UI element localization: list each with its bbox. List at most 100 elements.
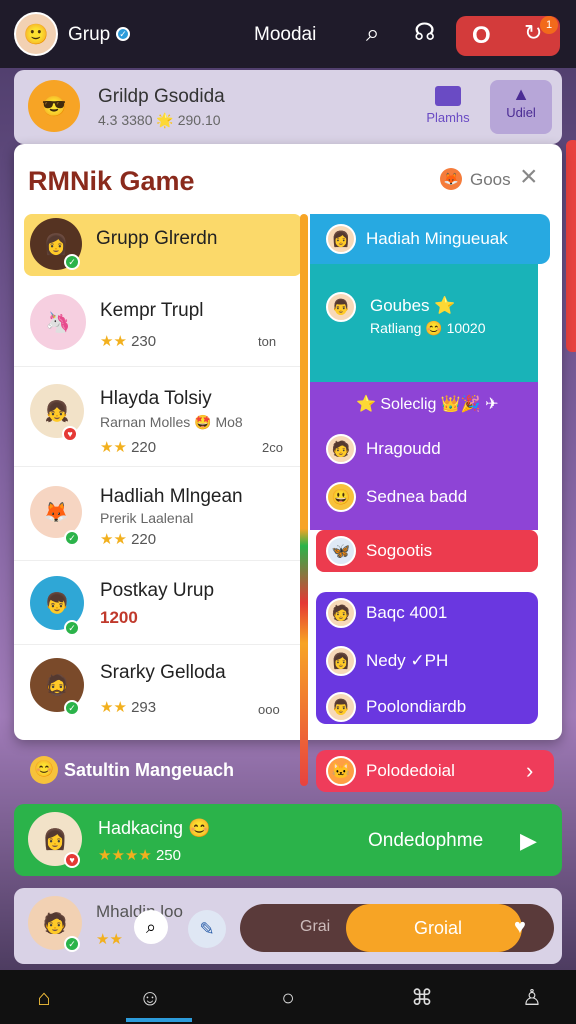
star-icon: ★★ bbox=[100, 439, 127, 456]
row-extra: ooo bbox=[258, 702, 280, 717]
teal-title: Goubes ⭐ bbox=[370, 296, 456, 315]
row-stat: 293 bbox=[131, 699, 157, 716]
header-title: Grup bbox=[68, 24, 111, 45]
header-center-text: Moodai bbox=[254, 24, 317, 45]
heart-icon[interactable]: ♥ bbox=[514, 916, 526, 939]
row-stat: 220 bbox=[131, 439, 157, 456]
purple-item[interactable]: 🧑 Hragoudd bbox=[326, 434, 441, 464]
action-button-text: O bbox=[472, 22, 491, 49]
violet-item-label: Baqc 4001 bbox=[366, 603, 448, 622]
pink-label: Polodedoial bbox=[366, 761, 455, 780]
active-indicator bbox=[126, 1018, 192, 1022]
modal-title: RMNik Game bbox=[28, 166, 195, 196]
banner-emoji-icon: 😊 bbox=[30, 756, 58, 784]
row-name: Hlayda Tolsiy bbox=[100, 388, 212, 409]
avatar: 🐱 bbox=[326, 756, 356, 786]
violet-item[interactable]: 🧑 Baqc 4001 bbox=[326, 598, 447, 628]
bottom-rating: ★★ bbox=[96, 930, 123, 948]
user-icon[interactable]: ♙ bbox=[518, 984, 546, 1012]
row-name: Postkay Urup bbox=[100, 580, 215, 601]
group-card[interactable] bbox=[14, 70, 562, 144]
row-stat: 1200 bbox=[100, 608, 138, 627]
star-icon: ★★★★ bbox=[98, 847, 152, 864]
plans-label: Plamhs bbox=[426, 110, 470, 125]
pink-item: 🐱 Polodedoial bbox=[326, 756, 455, 786]
verified-icon: ✓ bbox=[116, 27, 130, 41]
divider bbox=[14, 644, 300, 645]
blue-title: Hadiah Mingueuak bbox=[366, 229, 508, 248]
status-icon: ✓ bbox=[64, 530, 80, 546]
status-icon: ♥ bbox=[62, 426, 78, 442]
green-action[interactable]: Ondedophme bbox=[368, 830, 483, 852]
avatar: 👩 bbox=[326, 224, 356, 254]
search-icon[interactable]: ⌕ bbox=[134, 910, 168, 944]
avatar: 🧑 bbox=[326, 434, 356, 464]
row-name: Hadliah Mlngean bbox=[100, 486, 243, 507]
purple-item[interactable]: 😃 Sednea badd bbox=[326, 482, 467, 512]
row-name: Srarky Gelloda bbox=[100, 662, 226, 683]
red-item: 🦋 Sogootis bbox=[326, 536, 432, 566]
row-rating: ★★ 220 bbox=[100, 438, 156, 456]
row-name: Grupp Glrerdn bbox=[96, 228, 218, 249]
row-avatar: 🦄 bbox=[30, 294, 86, 350]
red-label: Sogootis bbox=[366, 541, 433, 560]
star-icon: ★★ bbox=[96, 931, 123, 948]
upload-label: Udiel bbox=[506, 105, 536, 120]
upload-button[interactable]: ▲ Udiel bbox=[490, 80, 552, 134]
profile-icon[interactable]: ☺ bbox=[136, 984, 164, 1012]
profile-avatar[interactable]: 🙂 bbox=[14, 12, 58, 56]
violet-item-label: Poolondiardb bbox=[366, 697, 467, 716]
bottom-tab-label: Grai bbox=[300, 918, 331, 935]
row-sub: Prerik Laalenal bbox=[100, 510, 194, 526]
star-icon: ★★ bbox=[100, 333, 127, 350]
headset-icon[interactable]: ☊ bbox=[414, 18, 435, 47]
avatar: 👩 bbox=[326, 646, 356, 676]
cta-label: Groial bbox=[414, 918, 463, 938]
row-stat: 220 bbox=[131, 531, 157, 548]
purple-title: ⭐ Soleclig 👑🎉 ✈ bbox=[356, 396, 499, 413]
avatar: 👨 bbox=[326, 692, 356, 722]
row-name: Kempr Trupl bbox=[100, 300, 204, 321]
violet-item[interactable]: 👨 Poolondiardb bbox=[326, 692, 466, 722]
plans-button[interactable]: Plamhs bbox=[420, 82, 476, 132]
row-stat: 230 bbox=[131, 333, 157, 350]
row-rating: ★★ 220 bbox=[100, 530, 156, 548]
circle-icon[interactable]: ○ bbox=[274, 984, 302, 1012]
violet-item-label: Nedy ✓PH bbox=[366, 651, 449, 670]
banner-text: Satultin Mangeuach bbox=[64, 760, 235, 780]
group-name: Grildp Gsodida bbox=[98, 86, 225, 107]
star-icon: ★★ bbox=[100, 699, 127, 716]
coin-icon: 🦊 bbox=[440, 168, 462, 190]
row-extra: ton bbox=[258, 334, 277, 349]
home-icon[interactable]: ⌂ bbox=[30, 984, 58, 1012]
close-icon[interactable]: × bbox=[520, 160, 538, 194]
green-name: Hadkacing 😊 bbox=[98, 818, 211, 838]
status-icon: ✓ bbox=[64, 936, 80, 952]
notification-badge: 1 bbox=[540, 16, 558, 34]
violet-item[interactable]: 👩 Nedy ✓PH bbox=[326, 646, 448, 676]
link-icon[interactable]: ✎ bbox=[188, 910, 226, 948]
star-icon: ★★ bbox=[100, 531, 127, 548]
progress-strip[interactable] bbox=[300, 214, 308, 786]
status-icon: ♥ bbox=[64, 852, 80, 868]
group-stats: 4.3 3380 🌟 290.10 bbox=[98, 112, 221, 128]
camera-icon[interactable]: ⌘ bbox=[408, 984, 436, 1012]
avatar: 👨 bbox=[326, 292, 356, 322]
avatar: 🧑 bbox=[326, 598, 356, 628]
group-avatar: 😎 bbox=[28, 80, 80, 132]
chevron-right-icon: › bbox=[526, 758, 534, 783]
row-rating: ★★ 230 bbox=[100, 332, 156, 350]
purple-item-label: Sednea badd bbox=[366, 487, 468, 506]
play-icon[interactable]: ▶ bbox=[520, 828, 537, 854]
avatar: 😃 bbox=[326, 482, 356, 512]
status-icon: ✓ bbox=[64, 254, 80, 270]
side-tab-right[interactable] bbox=[566, 140, 576, 352]
divider bbox=[14, 366, 300, 367]
divider bbox=[14, 560, 300, 561]
row-sub: Rarnan Molles 🤩 Mo8 bbox=[100, 414, 243, 430]
row-extra: 2co bbox=[262, 440, 283, 455]
search-icon[interactable]: ⌕ bbox=[366, 20, 379, 48]
green-stat: 250 bbox=[155, 847, 181, 864]
status-icon: ✓ bbox=[64, 700, 80, 716]
folder-icon bbox=[435, 86, 461, 106]
